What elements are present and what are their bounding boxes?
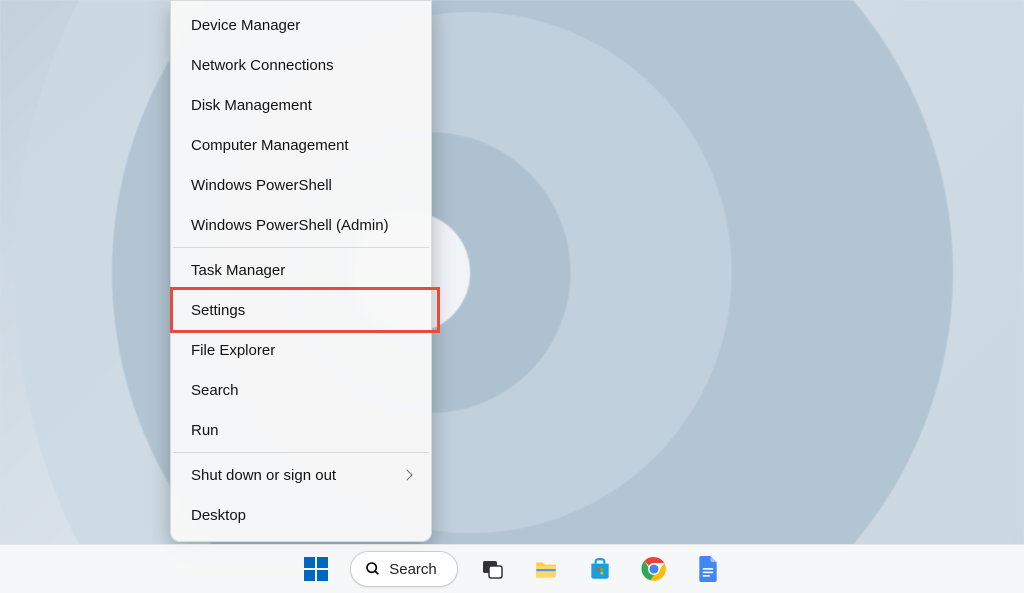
google-docs-button[interactable]: [688, 549, 728, 589]
desktop-wallpaper: [0, 0, 1024, 545]
menu-item-task-manager[interactable]: Task Manager: [171, 250, 431, 290]
menu-separator: [173, 452, 429, 453]
search-icon: [365, 561, 381, 577]
menu-item-settings[interactable]: Settings: [171, 290, 431, 330]
task-view-button[interactable]: [472, 549, 512, 589]
search-label: Search: [389, 561, 437, 578]
store-icon: [587, 556, 613, 582]
menu-item-network-connections[interactable]: Network Connections: [171, 45, 431, 85]
menu-separator: [173, 247, 429, 248]
windows-logo-icon: [304, 557, 328, 581]
menu-item-desktop[interactable]: Desktop: [171, 495, 431, 535]
chrome-icon: [641, 556, 667, 582]
menu-item-computer-management[interactable]: Computer Management: [171, 125, 431, 165]
winx-context-menu: Device Manager Network Connections Disk …: [170, 0, 432, 542]
chevron-right-icon: [401, 469, 412, 480]
menu-item-device-manager[interactable]: Device Manager: [171, 5, 431, 45]
taskbar: Search: [0, 544, 1024, 593]
folder-icon: [533, 556, 559, 582]
menu-item-disk-management[interactable]: Disk Management: [171, 85, 431, 125]
task-view-icon: [480, 557, 504, 581]
menu-item-file-explorer[interactable]: File Explorer: [171, 330, 431, 370]
menu-item-run[interactable]: Run: [171, 410, 431, 450]
chrome-button[interactable]: [634, 549, 674, 589]
menu-item-windows-powershell-admin[interactable]: Windows PowerShell (Admin): [171, 205, 431, 245]
taskbar-search[interactable]: Search: [350, 551, 458, 587]
menu-item-windows-powershell[interactable]: Windows PowerShell: [171, 165, 431, 205]
menu-item-search[interactable]: Search: [171, 370, 431, 410]
file-explorer-button[interactable]: [526, 549, 566, 589]
microsoft-store-button[interactable]: [580, 549, 620, 589]
start-button[interactable]: [296, 549, 336, 589]
menu-item-shutdown-signout[interactable]: Shut down or sign out: [171, 455, 431, 495]
docs-icon: [697, 556, 719, 582]
